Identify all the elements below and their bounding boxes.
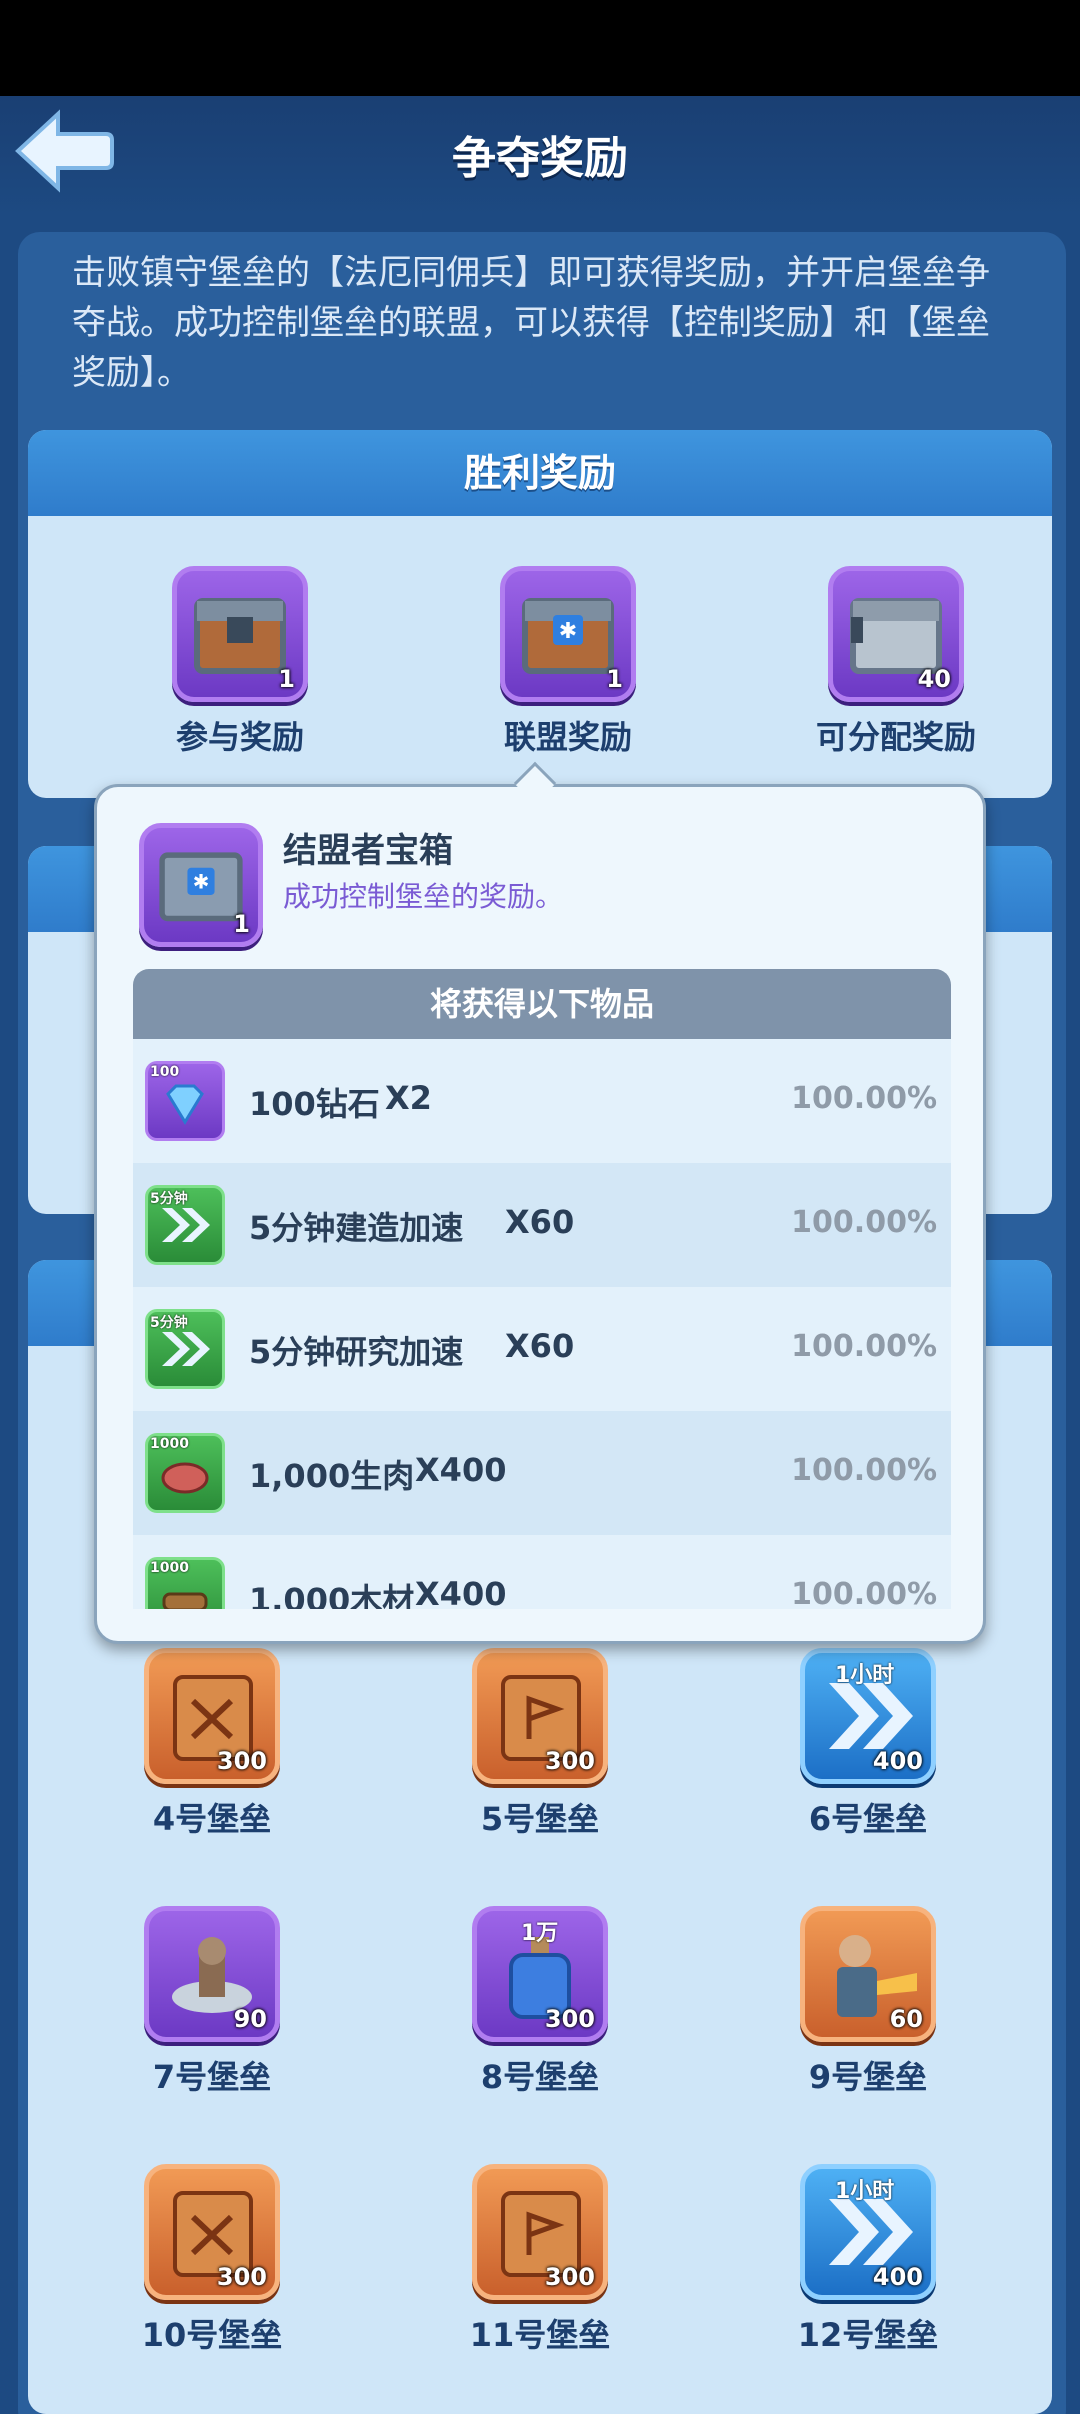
fortress-item[interactable]: 300 5号堡垒 bbox=[440, 1648, 640, 1840]
reward-tooltip: ✱ 1 结盟者宝箱 成功控制堡垒的奖励。 将获得以下物品 100 100钻石 X… bbox=[94, 784, 986, 1644]
turret-icon: 90 bbox=[144, 1906, 280, 2042]
page-title: 争夺奖励 bbox=[452, 133, 628, 184]
potion-icon: 1万 300 bbox=[472, 1906, 608, 2042]
svg-text:✱: ✱ bbox=[559, 619, 577, 644]
fortress-item[interactable]: 300 4号堡垒 bbox=[112, 1648, 312, 1840]
fortress-item[interactable]: 1小时 400 6号堡垒 bbox=[768, 1648, 968, 1840]
fortress-item[interactable]: 300 11号堡垒 bbox=[440, 2164, 640, 2356]
book-icon: 300 bbox=[144, 1648, 280, 1784]
fortress-item[interactable]: 1万 300 8号堡垒 bbox=[440, 1906, 640, 2098]
items-list-title: 将获得以下物品 bbox=[133, 969, 951, 1039]
book-icon: 300 bbox=[472, 1648, 608, 1784]
wooden-chest-icon: 1 bbox=[172, 566, 308, 702]
alliance-chest-icon: ✱ 1 bbox=[500, 566, 636, 702]
distributable-reward[interactable]: 40 可分配奖励 bbox=[796, 566, 996, 758]
research-speedup-icon: 5分钟 bbox=[145, 1309, 225, 1389]
list-item: 1000 1,000生肉 X400 100.00% bbox=[133, 1411, 951, 1535]
list-item: 5分钟 5分钟研究加速 X60 100.00% bbox=[133, 1287, 951, 1411]
speedup-icon: 1小时 400 bbox=[800, 1648, 936, 1784]
meat-icon: 1000 bbox=[145, 1433, 225, 1513]
book-icon: 300 bbox=[472, 2164, 608, 2300]
intro-text: 击败镇守堡垒的【法厄同佣兵】即可获得奖励，并开启堡垒争夺战。成功控制堡垒的联盟，… bbox=[72, 253, 990, 393]
book-icon: 300 bbox=[144, 2164, 280, 2300]
build-speedup-icon: 5分钟 bbox=[145, 1185, 225, 1265]
alliance-chest-icon: ✱ 1 bbox=[139, 823, 263, 947]
tooltip-title: 结盟者宝箱 bbox=[283, 831, 453, 871]
items-list[interactable]: 100 100钻石 X2 100.00% 5分钟 5分钟建造加速 X60 100… bbox=[133, 1039, 951, 1609]
iron-chest-icon: 40 bbox=[828, 566, 964, 702]
svg-text:✱: ✱ bbox=[193, 871, 210, 894]
wood-icon: 1000 bbox=[145, 1557, 225, 1609]
soldier-icon: 60 bbox=[800, 1906, 936, 2042]
fortress-item[interactable]: 300 10号堡垒 bbox=[112, 2164, 312, 2356]
list-item: 5分钟 5分钟建造加速 X60 100.00% bbox=[133, 1163, 951, 1287]
diamond-icon: 100 bbox=[145, 1061, 225, 1141]
status-bar bbox=[0, 0, 1080, 96]
participation-reward[interactable]: 1 参与奖励 bbox=[140, 566, 340, 758]
speedup-icon: 1小时 400 bbox=[800, 2164, 936, 2300]
fortress-item[interactable]: 90 7号堡垒 bbox=[112, 1906, 312, 2098]
list-item: 100 100钻石 X2 100.00% bbox=[133, 1039, 951, 1163]
fortress-item[interactable]: 1小时 400 12号堡垒 bbox=[768, 2164, 968, 2356]
tooltip-description: 成功控制堡垒的奖励。 bbox=[283, 880, 564, 913]
victory-rewards-card: 胜利奖励 1 参与奖励 ✱ 1 联盟奖励 40 可分配奖励 bbox=[28, 430, 1052, 798]
alliance-reward[interactable]: ✱ 1 联盟奖励 bbox=[468, 566, 668, 758]
victory-rewards-title: 胜利奖励 bbox=[28, 430, 1052, 516]
fortress-item[interactable]: 60 9号堡垒 bbox=[768, 1906, 968, 2098]
list-item: 1000 1,000木材 X400 100.00% bbox=[133, 1535, 951, 1609]
